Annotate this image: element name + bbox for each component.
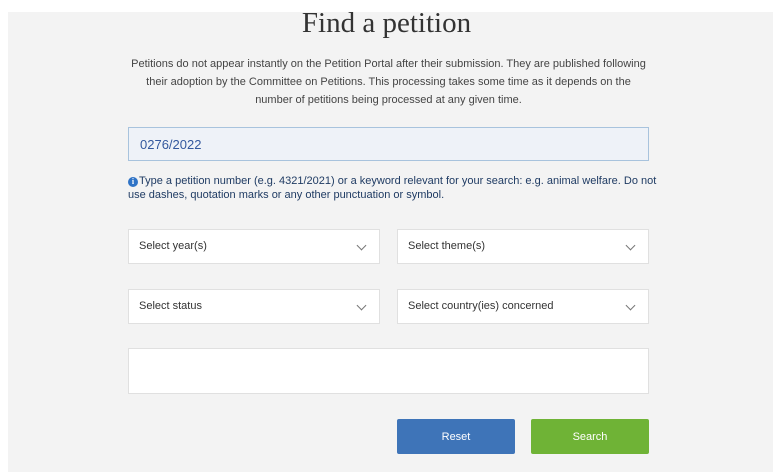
search-hint: i Type a petition number (e.g. 4321/2021)… bbox=[128, 174, 658, 202]
chevron-down-icon bbox=[625, 300, 636, 311]
chevron-down-icon bbox=[356, 300, 367, 311]
intro-text: Petitions do not appear instantly on the… bbox=[131, 58, 646, 106]
theme-select-label: Select theme(s) bbox=[408, 240, 486, 252]
country-select[interactable]: Select country(ies) concerned bbox=[397, 289, 649, 324]
theme-select[interactable]: Select theme(s) bbox=[397, 229, 649, 264]
search-hint-text: Type a petition number (e.g. 4321/2021) … bbox=[128, 175, 657, 201]
additional-filter-field[interactable] bbox=[128, 348, 649, 394]
country-select-label: Select country(ies) concerned bbox=[408, 300, 554, 312]
status-select[interactable]: Select status bbox=[128, 289, 380, 324]
page-title: Find a petition bbox=[301, 7, 472, 39]
reset-button[interactable]: Reset bbox=[397, 419, 515, 454]
info-icon: i bbox=[128, 177, 138, 187]
year-select[interactable]: Select year(s) bbox=[128, 229, 380, 264]
status-select-label: Select status bbox=[139, 300, 202, 312]
search-button[interactable]: Search bbox=[531, 419, 649, 454]
chevron-down-icon bbox=[625, 240, 636, 251]
search-input[interactable] bbox=[128, 127, 649, 161]
year-select-label: Select year(s) bbox=[139, 240, 207, 252]
chevron-down-icon bbox=[356, 240, 367, 251]
